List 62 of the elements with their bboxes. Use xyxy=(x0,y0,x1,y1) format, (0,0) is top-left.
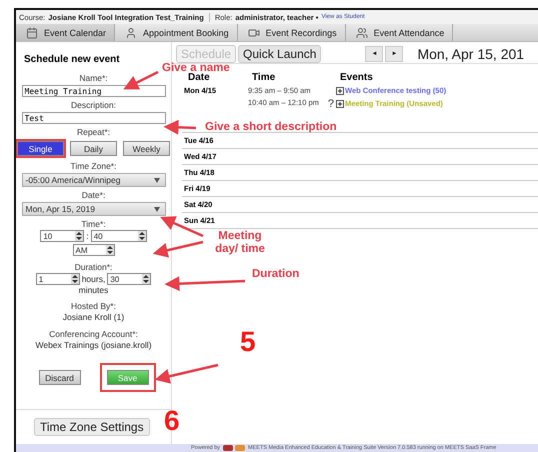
dropdown-caret-icon xyxy=(154,178,160,182)
unit-label: hours, xyxy=(82,274,106,284)
tab[interactable]: Event Calendar xyxy=(16,24,116,41)
annotation-label: Give a name xyxy=(162,62,230,74)
arrow xyxy=(123,70,159,90)
tab[interactable]: Appointment Booking xyxy=(115,24,238,41)
field-label: Date*: xyxy=(82,190,106,201)
field-label: Time Zone*: xyxy=(70,161,116,172)
tab[interactable]: Event Attendance xyxy=(346,24,454,41)
current-date: Mon, Apr 15, 201 xyxy=(417,46,524,62)
minutes-spinner[interactable]: 30 xyxy=(107,273,152,285)
column-header: Date xyxy=(188,72,211,83)
toolbar-button[interactable]: Quick Launch xyxy=(238,44,322,62)
spinner-arrows-icon xyxy=(142,274,150,284)
person-icon xyxy=(125,26,138,38)
field-label: Duration*: xyxy=(74,262,112,273)
unsaved-mark: ? xyxy=(328,98,334,110)
column-header: Time xyxy=(252,72,276,83)
field-label: Conferencing Account*: xyxy=(49,329,138,340)
field-label: Name*: xyxy=(79,73,108,84)
minute-spinner[interactable]: 40 xyxy=(90,230,147,242)
spinner-arrows-icon xyxy=(138,231,146,241)
hours-spinner[interactable]: 1 xyxy=(36,273,80,285)
arrow xyxy=(164,120,196,135)
hour-spinner[interactable]: 10 xyxy=(40,230,84,242)
repeat-option[interactable]: Daily xyxy=(70,141,117,156)
group-icon xyxy=(356,26,368,38)
annotation-label: Duration xyxy=(252,268,300,281)
spinner-arrows-icon xyxy=(106,245,114,255)
calendar-icon xyxy=(26,26,38,38)
expand-icon[interactable] xyxy=(336,86,344,94)
field-label: Description: xyxy=(71,100,116,111)
account-name: Webex Trainings (josiane.kroll) xyxy=(35,340,152,351)
discard-button[interactable]: Discard xyxy=(38,370,80,385)
annotation-label: Meeting day/ time xyxy=(214,230,266,256)
repeat-option[interactable]: Single xyxy=(17,141,64,156)
field-label: Time*: xyxy=(81,219,106,230)
timezone-select[interactable]: -05:00 America/Winnipeg xyxy=(22,173,166,187)
logo-icon xyxy=(223,445,246,451)
field-label: Repeat*: xyxy=(76,127,110,138)
tab[interactable]: Event Recordings xyxy=(238,24,346,41)
repeat-option[interactable]: Weekly xyxy=(123,141,170,156)
timezone-settings-button[interactable]: Time Zone Settings xyxy=(34,418,150,436)
name-field[interactable]: Meeting Training xyxy=(22,85,166,97)
dropdown-caret-icon xyxy=(154,206,160,212)
arrow xyxy=(152,240,204,258)
unit-label: minutes xyxy=(78,285,108,296)
expand-icon[interactable] xyxy=(336,100,344,108)
camera-icon xyxy=(248,26,260,38)
time-separator: : xyxy=(86,231,89,241)
host-name: Josiane Kroll (1) xyxy=(62,312,124,323)
annotation-label: Give a short description xyxy=(205,121,337,134)
ampm-spinner[interactable]: AM xyxy=(72,244,114,256)
spinner-arrows-icon xyxy=(75,231,84,241)
description-field[interactable]: Test xyxy=(22,112,166,124)
step-number: 6 xyxy=(164,405,180,437)
spinner-arrows-icon xyxy=(70,274,79,284)
column-header: Events xyxy=(340,72,374,83)
field-label: Hosted By*: xyxy=(71,301,116,312)
step-number: 5 xyxy=(240,326,256,358)
date-select[interactable]: Mon, Apr 15, 2019 xyxy=(22,202,166,216)
form-title: Schedule new event xyxy=(24,54,120,65)
